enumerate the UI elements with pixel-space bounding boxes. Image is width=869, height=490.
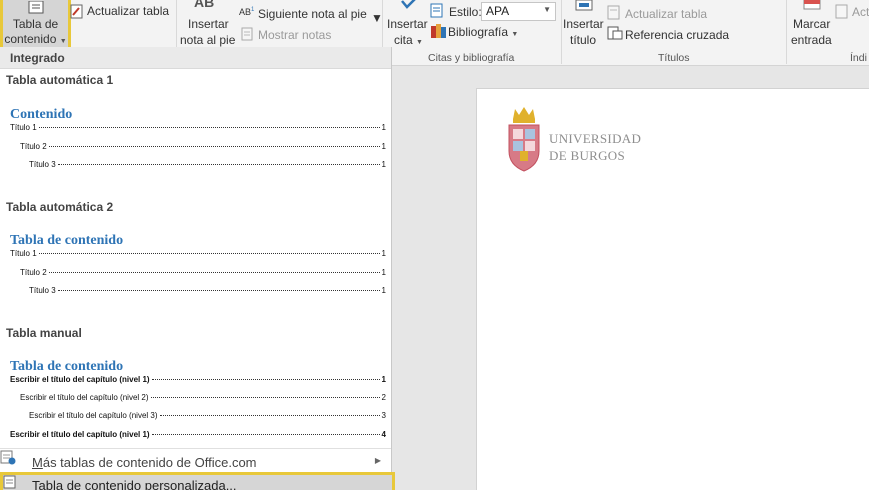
insert-caption-line1[interactable]: Insertar [563,17,604,31]
section-title: Tabla manual [6,326,82,340]
toc-entry: Escribir el título del capítulo (nivel 2… [20,393,386,402]
custom-toc-icon [3,475,16,489]
next-footnote-icon: AB 1 [239,7,255,17]
office-online-icon [0,450,16,465]
table-of-contents-button[interactable]: Tabla de contenido ▼ [0,0,71,51]
cross-reference-button[interactable]: Referencia cruzada [625,28,729,42]
university-name-line1: UNIVERSIDAD [549,131,642,146]
preview-heading: Tabla de contenido [10,233,124,248]
svg-text:1: 1 [251,7,255,13]
insert-citation-icon [401,0,416,9]
insert-footnote-line2[interactable]: nota al pie [180,33,235,47]
more-tables-office-button[interactable]: Más tablas de contenido de Office.com ▶ [0,450,391,474]
section-title: Tabla automática 1 [6,73,114,87]
citations-group-label: Citas y bibliografía [428,52,515,64]
index-group-label: Índi [850,52,867,64]
update-table-icon[interactable] [70,4,84,19]
style-icon [430,3,443,18]
svg-text:AB: AB [239,7,251,17]
style-combobox[interactable]: APA ▼ [481,2,556,21]
toc-entry: Título 21 [20,142,386,151]
toc-entry: Título 21 [20,268,386,277]
document-page[interactable]: UNIVERSIDAD DE BURGOS [476,88,869,490]
more-tables-label: Más tablas de contenido de Office.com [32,455,257,470]
university-name-line2: DE BURGOS [549,148,626,163]
custom-toc-label: Tabla de contenido personalizada... [32,478,237,490]
toc-entry: Título 31 [29,160,386,169]
toc-entry: Título 31 [29,286,386,295]
mark-entry-line2[interactable]: entrada [791,33,832,47]
bibliography-icon [431,24,446,38]
insert-citation-line1[interactable]: Insertar [387,17,428,31]
toc-entry: Escribir el título del capítulo (nivel 1… [10,375,386,384]
update-table-button[interactable]: Actualizar tabla [87,4,169,18]
toc-button-line1: Tabla de [12,17,59,31]
footnote-ab-icon: AB [194,0,215,10]
toc-gallery-dropdown: Integrado Tabla automática 1 Contenido T… [0,47,395,490]
style-value: APA [486,4,510,18]
toc-entry: Escribir el título del capítulo (nivel 3… [29,411,386,420]
update-table-figures-button[interactable]: Actualizar tabla [625,7,707,21]
university-crest-icon [508,107,540,172]
section-title: Tabla automática 2 [6,200,114,214]
update-index-icon [835,4,848,19]
insert-caption-line2[interactable]: título [570,33,596,47]
show-notes-button[interactable]: Mostrar notas [258,28,331,42]
insert-caption-icon [575,0,593,11]
custom-toc-button[interactable]: Tabla de contenido personalizada... [0,472,395,490]
toc-entry: Título 11 [10,123,386,132]
captions-group-label: Títulos [658,52,690,64]
style-dropdown-icon[interactable]: ▼ [543,5,551,14]
style-label: Estilo: [449,5,482,19]
insert-footnote-line1[interactable]: Insertar [188,17,229,31]
preview-heading: Tabla de contenido [10,359,124,374]
toc-entry: Escribir el título del capítulo (nivel 1… [10,430,386,439]
show-notes-icon [241,27,253,41]
mark-entry-icon [803,0,821,10]
next-footnote-button[interactable]: Siguiente nota al pie [258,7,367,21]
preview-heading: Contenido [10,107,73,122]
update-index-button[interactable]: Act [852,5,869,19]
mark-entry-line1[interactable]: Marcar [793,17,830,31]
toc-entry: Título 11 [10,249,386,258]
insert-citation-line2[interactable]: cita ▼ [394,33,423,47]
gallery-header: Integrado [0,47,391,69]
cross-reference-icon [607,26,623,40]
submenu-arrow-icon: ▶ [374,456,381,465]
bibliography-button[interactable]: Bibliografía ▼ [448,25,518,39]
update-table-figures-icon [607,5,620,20]
table-of-contents-icon [28,1,43,14]
